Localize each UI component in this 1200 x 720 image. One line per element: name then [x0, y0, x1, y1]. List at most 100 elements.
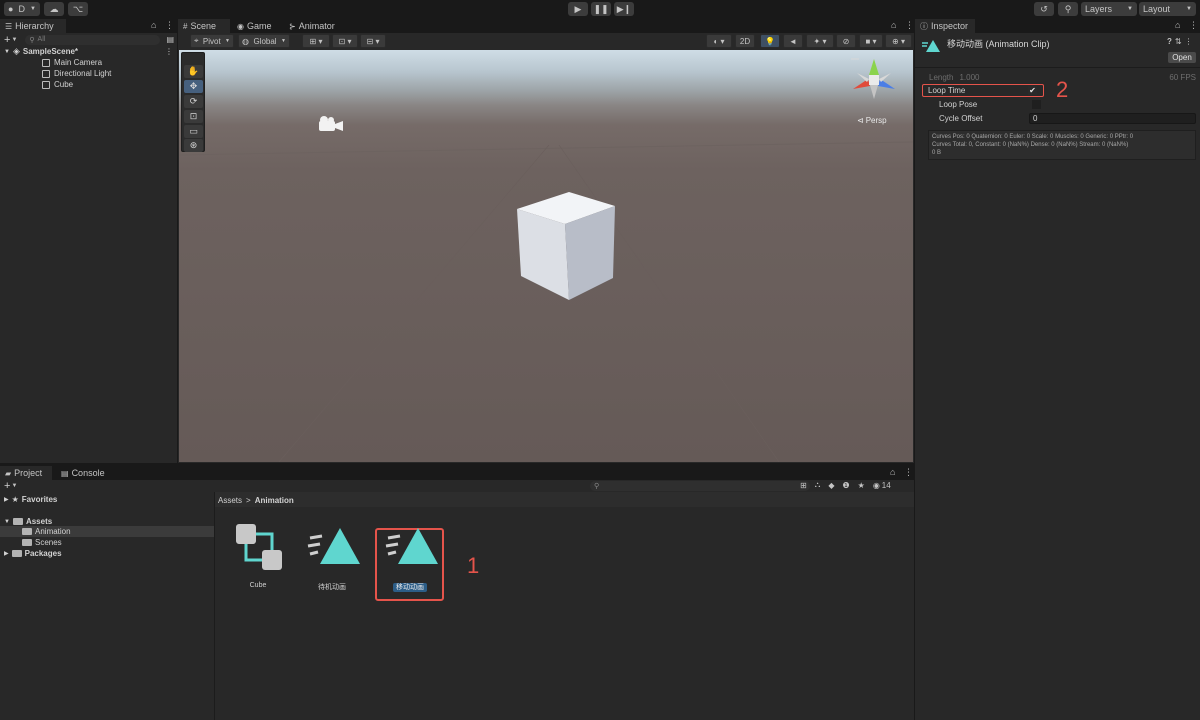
expand-arrow-icon: ▼	[4, 48, 10, 55]
loop-time-checkbox[interactable]: ✔	[1028, 86, 1037, 95]
asset-label: Cube	[249, 582, 267, 589]
rect-tool[interactable]: ▭	[184, 125, 203, 138]
star-icon[interactable]: ★	[858, 481, 865, 490]
chevron-down-icon: ▼	[225, 38, 230, 44]
mode-2d-button[interactable]: 2D	[735, 34, 755, 48]
tab-animator[interactable]: ⊱ Animator	[284, 19, 346, 33]
snap-increment-button[interactable]: ⊡ ▾	[332, 34, 358, 48]
asset-cube[interactable]: Cube	[228, 520, 288, 589]
layout-dropdown[interactable]: Layout ▼	[1139, 2, 1196, 16]
tree-packages[interactable]: ▶ Packages	[4, 548, 62, 559]
tree-favorites[interactable]: ▶ ★ Favorites	[4, 494, 57, 505]
lock-icon[interactable]: ⌂	[890, 467, 895, 477]
global-dropdown[interactable]: ◍ Global ▼	[238, 34, 290, 48]
project-search-input[interactable]: ⚲	[590, 481, 810, 491]
camera-settings-button[interactable]: ■ ▾	[859, 34, 883, 48]
move-tool[interactable]: ✥	[184, 80, 203, 93]
list-icon: ☰	[5, 21, 13, 31]
play-button[interactable]: ▶	[568, 2, 588, 16]
more-icon[interactable]: ⋮	[904, 467, 913, 478]
create-menu[interactable]: + ▼	[4, 480, 17, 492]
lock-icon[interactable]: ⌂	[891, 20, 896, 30]
hierarchy-item-main-camera[interactable]: Main Camera	[42, 57, 102, 68]
tree-divider	[214, 492, 215, 720]
history-button[interactable]: ↺	[1034, 2, 1054, 16]
hierarchy-item-cube[interactable]: Cube	[42, 79, 73, 90]
grid-snap-button[interactable]: ⊞ ▾	[302, 34, 330, 48]
camera-gizmo-icon[interactable]	[317, 114, 345, 134]
cycle-offset-field[interactable]: 0	[1029, 113, 1196, 124]
search-icon: ⚲	[29, 36, 35, 44]
hierarchy-item-directional-light[interactable]: Directional Light	[42, 68, 111, 79]
account-dropdown[interactable]: ● D ▼	[4, 2, 40, 16]
tree-scenes[interactable]: Scenes	[22, 537, 62, 548]
animator-icon: ⊱	[289, 21, 296, 31]
tree-animation[interactable]: Animation	[0, 526, 214, 537]
asset-label-selected: 移动动画	[393, 583, 427, 592]
search-by-label-icon[interactable]: ⛬	[815, 480, 821, 490]
step-button[interactable]: ▶❙	[614, 2, 634, 16]
rotate-tool[interactable]: ⟳	[184, 95, 203, 108]
cube-object[interactable]	[509, 192, 619, 302]
more-icon[interactable]: ⋮	[1189, 20, 1198, 31]
lock-icon[interactable]: ⌂	[151, 20, 156, 30]
add-icon[interactable]: +	[4, 34, 10, 46]
search-icon: ⚲	[1064, 3, 1072, 14]
audio-toggle[interactable]: ◄	[783, 34, 803, 48]
search-by-type-icon[interactable]: ⊞	[800, 481, 807, 490]
filter-icon[interactable]: ▤	[166, 35, 174, 44]
breadcrumb-current[interactable]: Animation	[255, 496, 294, 505]
grid-visibility-button[interactable]: ⊟ ▾	[360, 34, 386, 48]
layers-dropdown[interactable]: Layers ▼	[1081, 2, 1137, 16]
collab-button[interactable]: ⌥	[68, 2, 88, 16]
asset-idle-animation[interactable]: 待机动画	[302, 520, 362, 592]
orientation-gizmo[interactable]	[849, 55, 899, 105]
history-icon: ↺	[1040, 3, 1048, 14]
loop-time-row[interactable]: Loop Time ✔	[922, 84, 1044, 97]
breadcrumb-root[interactable]: Assets	[218, 496, 242, 505]
expand-arrow-icon: ▼	[4, 518, 10, 525]
hierarchy-search-input[interactable]: ⚲ All	[25, 34, 161, 45]
more-icon[interactable]: ⋮	[1185, 37, 1193, 46]
chevron-down-icon[interactable]: ▼	[11, 37, 17, 43]
more-icon[interactable]: ⋮	[905, 20, 914, 31]
lock-icon[interactable]: ⌂	[1175, 20, 1180, 30]
gizmos-dropdown[interactable]: ⊕ ▾	[885, 34, 912, 48]
pivot-dropdown[interactable]: ⌖ Pivot ▼	[190, 34, 234, 48]
help-icon[interactable]: ?	[1167, 37, 1172, 46]
scale-tool[interactable]: ⊡	[184, 110, 203, 123]
effects-dropdown[interactable]: ✦ ▾	[806, 34, 834, 48]
pivot-icon: ⌖	[194, 36, 199, 45]
transform-tool[interactable]: ⊛	[184, 139, 203, 152]
tab-console[interactable]: ▤ Console	[56, 466, 108, 480]
hidden-objects-toggle[interactable]: ⊘	[836, 34, 856, 48]
cloud-button[interactable]: ☁	[44, 2, 64, 16]
tag-icon[interactable]: ◆	[828, 481, 834, 490]
snap-icon: ⊡ ▾	[338, 36, 352, 46]
scene-viewport[interactable]: ✋ ✥ ⟳ ⊡ ▭ ⊛ ⊲ Persp	[179, 50, 913, 462]
warning-icon[interactable]: ❶	[842, 481, 849, 490]
tab-inspector[interactable]: ⓘ Inspector	[915, 19, 975, 33]
tab-game[interactable]: ◉ Game	[232, 19, 278, 33]
pause-button[interactable]: ❚❚	[591, 2, 611, 16]
scene-row[interactable]: ▼ ◈ SampleScene* ⋮	[4, 46, 173, 57]
search-button[interactable]: ⚲	[1058, 2, 1078, 16]
tab-scene[interactable]: # Scene	[178, 19, 230, 33]
preset-icon[interactable]: ⇅	[1175, 37, 1182, 46]
info-icon: ⓘ	[920, 21, 928, 31]
draw-mode-button[interactable]: ◐ ▾	[706, 34, 732, 48]
animation-clip-icon	[307, 528, 360, 564]
hidden-packages-toggle[interactable]: ◉ 14	[873, 481, 891, 490]
open-button[interactable]: Open	[1168, 52, 1196, 63]
loop-pose-checkbox[interactable]	[1032, 100, 1041, 109]
lighting-toggle[interactable]: 💡	[760, 34, 780, 48]
gameobject-icon	[42, 58, 50, 67]
tab-project[interactable]: ▰ Project	[0, 466, 52, 480]
hand-tool[interactable]: ✋	[184, 65, 203, 78]
tab-hierarchy[interactable]: ☰ Hierarchy	[0, 19, 66, 33]
projection-toggle[interactable]: ⊲ Persp	[857, 116, 887, 125]
asset-move-animation[interactable]: 移动动画	[380, 520, 440, 592]
chevron-down-icon: ▼	[11, 483, 18, 489]
more-icon[interactable]: ⋮	[165, 47, 173, 56]
more-icon[interactable]: ⋮	[165, 20, 174, 31]
